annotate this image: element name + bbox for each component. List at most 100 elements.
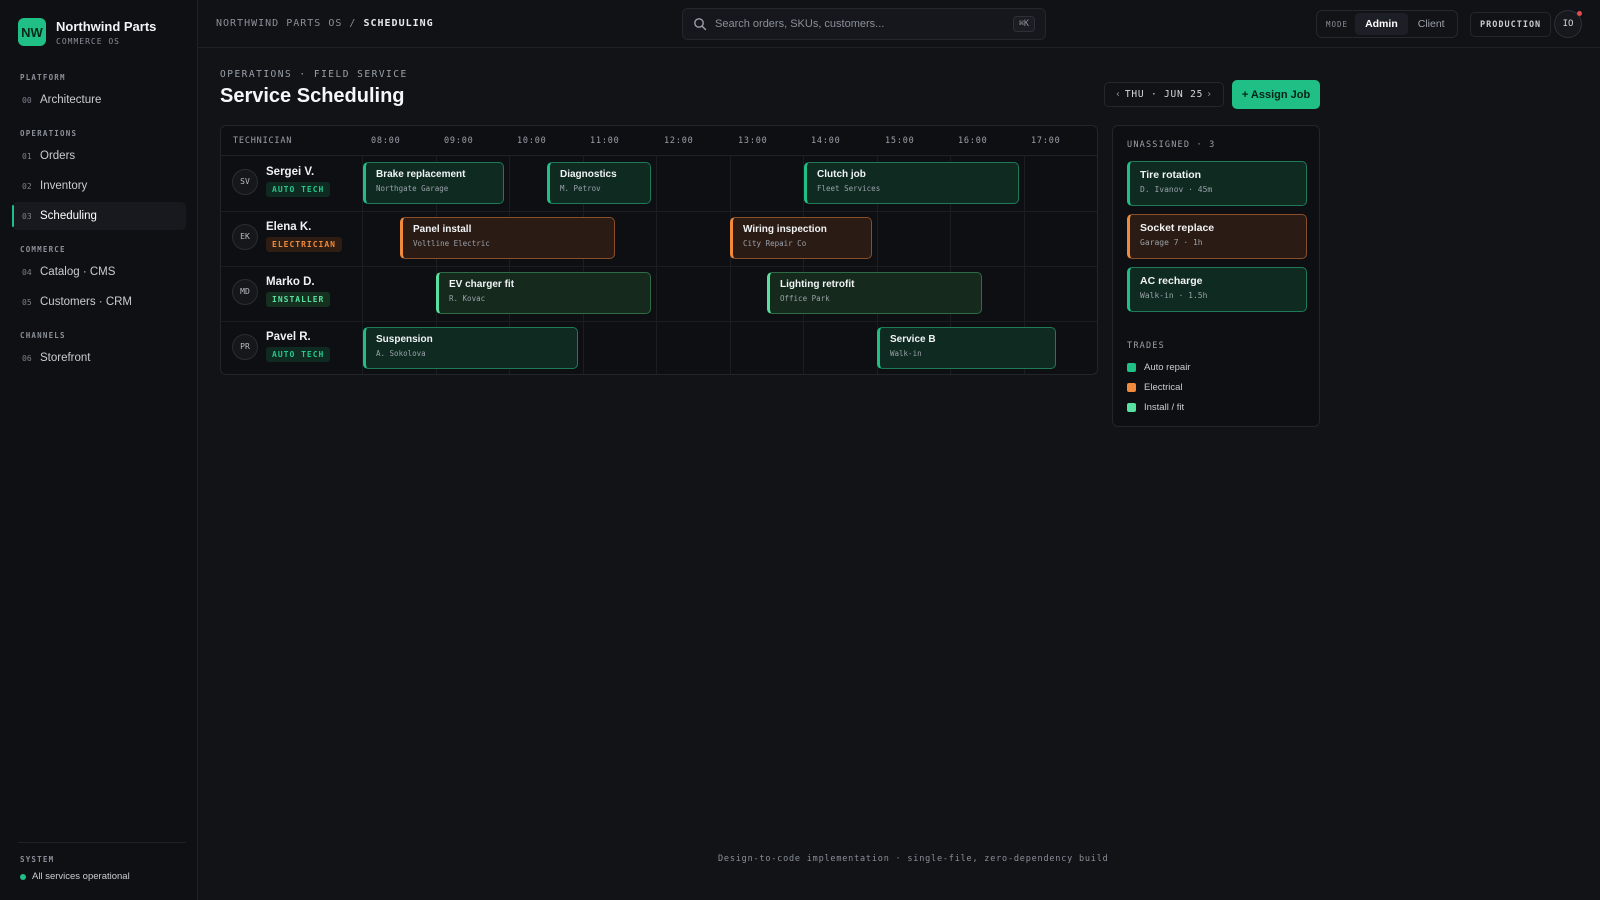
system-status: All services operational [20, 871, 130, 882]
sidebar-item-storefront[interactable]: 06 Storefront [12, 344, 186, 372]
job-client: Office Park [780, 294, 830, 303]
technician-row-header[interactable]: MD Marko D. INSTALLER [232, 276, 331, 307]
footer-note: Design-to-code implementation · single-f… [718, 854, 1109, 864]
breadcrumb-root[interactable]: NORTHWIND PARTS OS [216, 18, 342, 29]
hour-label: 11:00 [590, 136, 620, 146]
sidebar: NW Northwind Parts COMMERCE OS PLATFORM … [0, 0, 198, 900]
sidebar-item-customers-crm[interactable]: 05 Customers · CRM [12, 288, 186, 316]
nav-item-label: Catalog · CMS [40, 266, 116, 278]
chevron-left-icon[interactable]: ‹ [1115, 89, 1122, 100]
job-title: Tire rotation [1140, 169, 1202, 181]
chevron-right-icon[interactable]: › [1206, 89, 1213, 100]
job-block[interactable]: EV charger fit R. Kovac [436, 272, 651, 314]
mode-admin-button[interactable]: Admin [1355, 13, 1408, 35]
job-title: Service B [890, 334, 936, 345]
sidebar-item-scheduling[interactable]: 03 Scheduling [12, 202, 186, 230]
unassigned-job-card[interactable]: AC recharge Walk-in · 1.5h [1127, 267, 1307, 312]
technician-row-header[interactable]: EK Elena K. ELECTRICIAN [232, 221, 342, 252]
unassigned-panel: UNASSIGNED · 3 Tire rotation D. Ivanov ·… [1112, 125, 1320, 427]
sidebar-item-catalog-cms[interactable]: 04 Catalog · CMS [12, 258, 186, 286]
job-block[interactable]: Diagnostics M. Petrov [547, 162, 651, 204]
technician-name: Pavel R. [266, 331, 311, 343]
avatar: SV [232, 168, 258, 195]
brand-subtitle: COMMERCE OS [56, 36, 120, 46]
search-shortcut: ⌘K [1012, 16, 1035, 32]
current-date: THU · JUN 25 [1124, 89, 1204, 100]
hour-label: 08:00 [371, 136, 401, 146]
hour-label: 09:00 [444, 136, 474, 146]
sidebar-item-inventory[interactable]: 02 Inventory [12, 172, 186, 200]
sidebar-divider [18, 842, 186, 843]
system-status-text: All services operational [32, 871, 130, 882]
topbar: NORTHWIND PARTS OS / SCHEDULING ⌘K MODE … [198, 0, 1600, 48]
breadcrumb: NORTHWIND PARTS OS / SCHEDULING [216, 18, 434, 29]
job-title: Brake replacement [376, 169, 466, 180]
job-block[interactable]: Lighting retrofit Office Park [767, 272, 982, 314]
brand[interactable]: NW Northwind Parts COMMERCE OS [18, 18, 156, 46]
technician-name: Marko D. [266, 276, 315, 288]
assign-job-button[interactable]: + Assign Job [1232, 80, 1320, 109]
job-block[interactable]: Brake replacement Northgate Garage [363, 162, 504, 204]
job-block[interactable]: Clutch job Fleet Services [804, 162, 1019, 204]
job-block[interactable]: Service B Walk-in [877, 327, 1056, 369]
job-detail: Walk-in · 1.5h [1140, 291, 1208, 300]
trades-title: TRADES [1127, 341, 1165, 351]
avatar: PR [232, 333, 258, 360]
page-title: Service Scheduling [220, 85, 405, 107]
job-detail: D. Ivanov · 45m [1140, 185, 1213, 194]
unassigned-job-card[interactable]: Socket replace Garage 7 · 1h [1127, 214, 1307, 259]
environment-badge[interactable]: PRODUCTION [1470, 12, 1552, 37]
role-badge: AUTO TECH [266, 347, 331, 362]
mode-client-button[interactable]: Client [1408, 13, 1455, 35]
row-divider [221, 211, 1097, 212]
legend-label: Install / fit [1144, 402, 1185, 413]
unassigned-job-card[interactable]: Tire rotation D. Ivanov · 45m [1127, 161, 1307, 206]
legend-item-electrical: Electrical [1127, 382, 1183, 393]
job-title: Lighting retrofit [780, 279, 855, 290]
nav-section-operations: OPERATIONS [20, 129, 78, 138]
date-navigator: ‹ THU · JUN 25 › [1104, 82, 1224, 107]
job-client: Walk-in [890, 349, 922, 358]
job-title: AC recharge [1140, 275, 1203, 287]
nav-section-platform: PLATFORM [20, 73, 66, 82]
row-divider [221, 321, 1097, 322]
technician-row-header[interactable]: SV Sergei V. AUTO TECH [232, 166, 331, 197]
role-badge: INSTALLER [266, 292, 331, 307]
job-title: Socket replace [1140, 222, 1215, 234]
nav-item-label: Customers · CRM [40, 296, 133, 308]
technician-row-header[interactable]: PR Pavel R. AUTO TECH [232, 331, 331, 362]
search-box[interactable]: ⌘K [682, 8, 1046, 40]
job-client: R. Kovac [449, 294, 486, 303]
nav-section-channels: CHANNELS [20, 331, 66, 340]
job-title: Panel install [413, 224, 472, 235]
breadcrumb-current: SCHEDULING [363, 18, 434, 29]
mode-label: MODE [1326, 19, 1349, 29]
job-block[interactable]: Panel install Voltline Electric [400, 217, 615, 259]
job-client: City Repair Co [743, 239, 807, 248]
nav-section-commerce: COMMERCE [20, 245, 66, 254]
job-title: Clutch job [817, 169, 866, 180]
sidebar-item-orders[interactable]: 01 Orders [12, 142, 186, 170]
nav-item-label: Scheduling [40, 210, 97, 222]
job-title: EV charger fit [449, 279, 515, 290]
job-title: Diagnostics [560, 169, 617, 180]
job-client: A. Sokolova [376, 349, 426, 358]
job-block[interactable]: Wiring inspection City Repair Co [730, 217, 872, 259]
hour-label: 10:00 [517, 136, 547, 146]
search-input[interactable] [715, 18, 1013, 30]
legend-item-auto-repair: Auto repair [1127, 362, 1190, 373]
role-badge: ELECTRICIAN [266, 237, 342, 252]
sidebar-item-architecture[interactable]: 00 Architecture [12, 86, 186, 114]
notification-dot-icon [1577, 11, 1582, 16]
technician-name: Elena K. [266, 221, 312, 233]
page-eyebrow: OPERATIONS · FIELD SERVICE [220, 69, 408, 80]
legend-swatch [1127, 403, 1136, 412]
legend-label: Electrical [1144, 382, 1183, 393]
nav-item-number: 04 [22, 267, 32, 277]
hour-label: 17:00 [1031, 136, 1061, 146]
job-title: Suspension [376, 334, 433, 345]
legend-swatch [1127, 383, 1136, 392]
job-block[interactable]: Suspension A. Sokolova [363, 327, 578, 369]
hour-label: 12:00 [664, 136, 694, 146]
brand-name: Northwind Parts [56, 18, 157, 34]
